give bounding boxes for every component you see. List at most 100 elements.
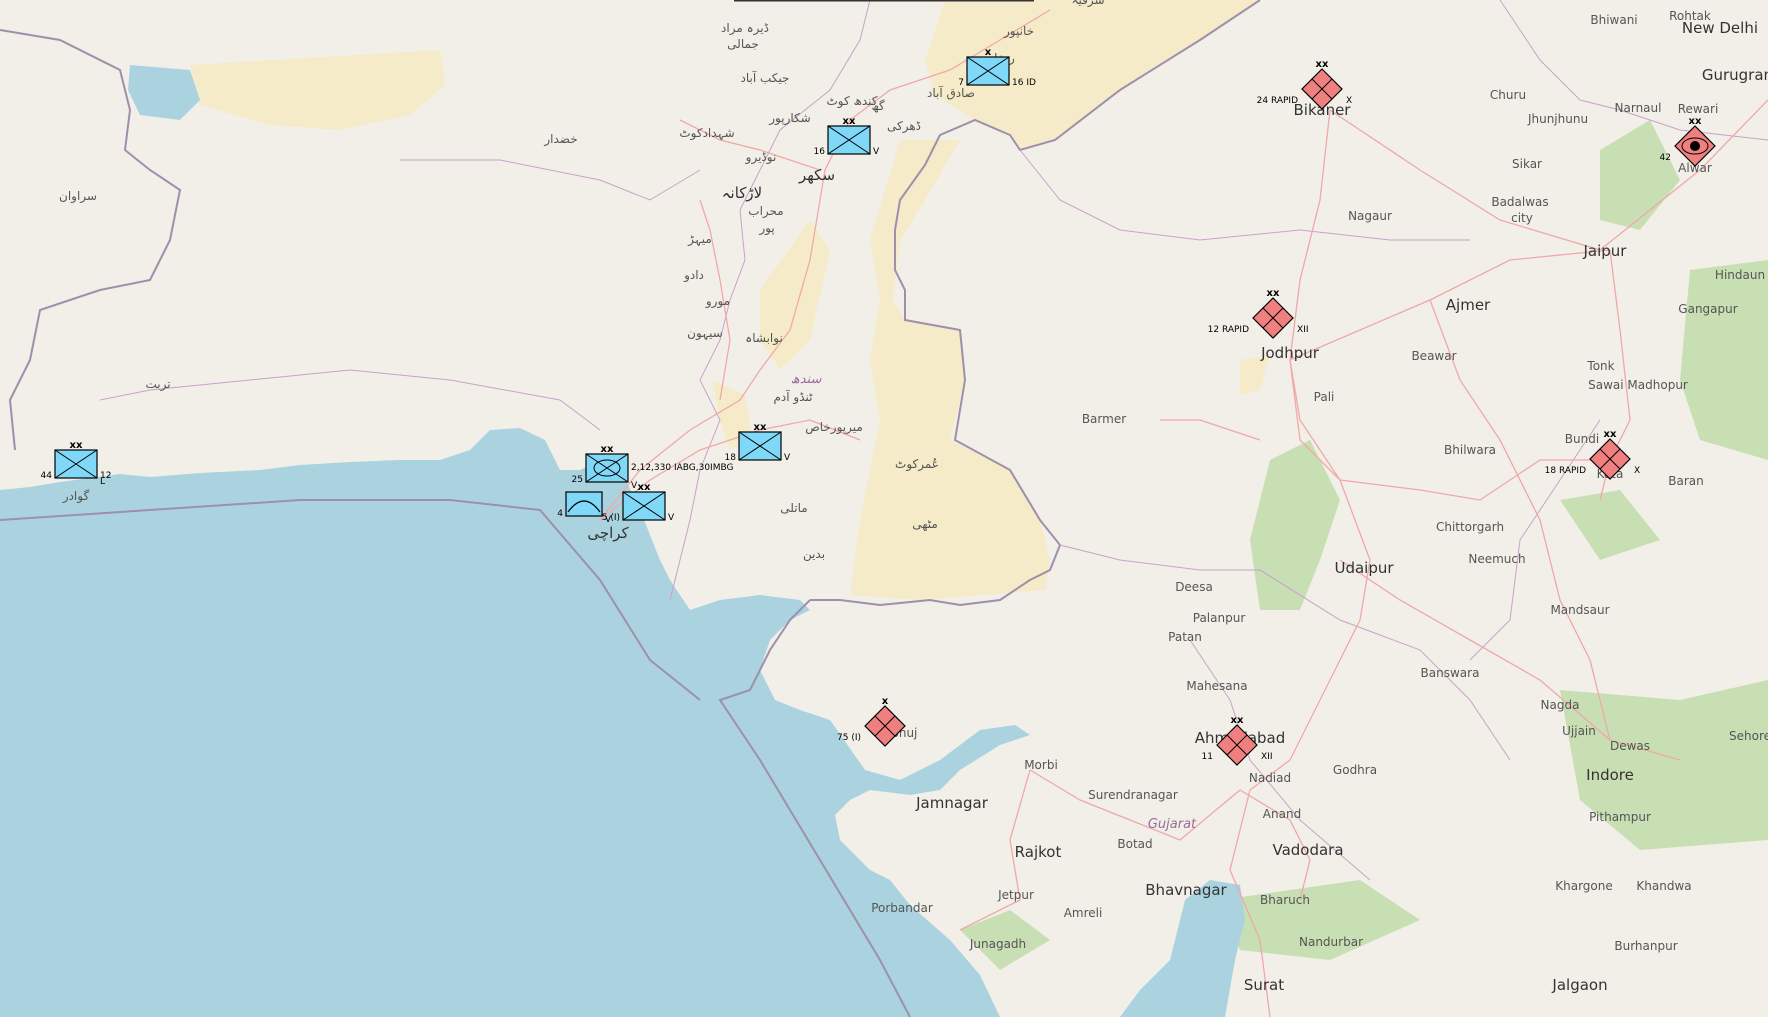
place-label-naudero: نوڈیرو <box>745 150 777 165</box>
unit-designation: 16 <box>814 147 826 157</box>
unit-echelon: xx <box>1231 715 1244 726</box>
place-label-sharqia: شرقیہ <box>1071 0 1104 8</box>
place-label-jamnagar: Jamnagar <box>915 794 989 812</box>
unit-echelon: xx <box>843 116 856 127</box>
place-label-dadu: دادو <box>683 268 704 283</box>
place-label-jacobabad: جیکب آباد <box>741 70 790 85</box>
unit-designation: 18 <box>725 453 737 463</box>
place-label-tonk: Tonk <box>1586 359 1614 373</box>
place-label-gurugram: Gurugram <box>1702 66 1768 84</box>
place-label-shahdadkot: شہدادکوٹ <box>679 126 734 141</box>
place-label-neemuch: Neemuch <box>1468 552 1525 566</box>
place-label-kandhkot: کندھ کوٹ <box>826 94 877 109</box>
place-label-matli: ماتلی <box>780 501 807 515</box>
unit-designation: 44 <box>41 471 53 481</box>
place-label-mithi: مٹھی <box>912 517 938 531</box>
place-label-dewas: Dewas <box>1610 739 1650 753</box>
place-label-vadodara: Vadodara <box>1272 841 1343 859</box>
place-label-botad: Botad <box>1117 837 1152 851</box>
unit-designation: 12 RAPID <box>1208 325 1249 335</box>
unit-higher-hq: V <box>784 453 791 463</box>
place-label-deesa: Deesa <box>1175 580 1213 594</box>
place-label-anand: Anand <box>1263 807 1301 821</box>
place-label-khuzdar: خضدار <box>543 132 577 147</box>
unit-status: L <box>100 477 105 487</box>
place-label-sehwan: سیہون <box>687 326 723 341</box>
unit-higher-hq: XII <box>1297 325 1308 335</box>
place-label-rewari: Rewari <box>1678 102 1719 116</box>
place-label-bhavnagar: Bhavnagar <box>1145 881 1227 899</box>
place-label-mirpur-khas: میرپورخاص <box>805 420 863 435</box>
place-label-jamali: جمالی <box>727 37 759 51</box>
place-label-pali: Pali <box>1314 390 1335 404</box>
unit-higher-hq: XII <box>1261 752 1272 762</box>
place-label-palanpur: Palanpur <box>1193 611 1246 625</box>
unit-higher-hq: X <box>1346 96 1352 106</box>
place-label-ujjain: Ujjain <box>1562 724 1596 738</box>
place-label-jaipur: Jaipur <box>1583 242 1628 260</box>
place-label-morbi: Morbi <box>1024 758 1058 772</box>
place-label-rohtak: Rohtak <box>1669 9 1711 23</box>
place-label-bundi: Bundi <box>1565 432 1599 446</box>
unit-echelon: xx <box>1689 116 1702 127</box>
place-label-karachi: کراچی <box>587 524 629 542</box>
place-label-sikar: Sikar <box>1512 157 1542 171</box>
unit-echelon: xx <box>1316 59 1329 70</box>
place-label-moro: مورو <box>705 294 730 309</box>
place-label-jetpur: Jetpur <box>997 888 1034 902</box>
unit-designation: 11 <box>1202 752 1213 762</box>
unit-echelon: xx <box>70 440 83 451</box>
place-label-sadiqabad: صادق آباد <box>927 85 975 100</box>
place-label-city: city <box>1511 211 1533 225</box>
unit-designation: 75 (I) <box>837 733 861 743</box>
unit-designation: 24 RAPID <box>1257 96 1298 106</box>
unit-echelon: xx <box>1604 429 1617 440</box>
place-label-nagaur: Nagaur <box>1348 209 1392 223</box>
unit-designation: 7 <box>958 78 964 88</box>
place-label-bhiwani: Bhiwani <box>1590 13 1637 27</box>
place-label-udaipur: Udaipur <box>1334 559 1394 577</box>
place-label-nagda: Nagda <box>1541 698 1580 712</box>
unit-higher-hq: 2,12,330 IABG,30IMBG <box>631 463 733 473</box>
place-label-chittorgarh: Chittorgarh <box>1436 520 1504 534</box>
unit-echelon: xx <box>601 444 614 455</box>
unit-echelon: x <box>882 696 889 707</box>
place-label-turbat: تربت <box>145 377 170 392</box>
place-label-larkana: لاڑکانہ <box>722 184 762 202</box>
unit-frame <box>565 491 603 517</box>
place-label-shikarpur: شکارپور <box>768 111 810 126</box>
place-label-khargone: Khargone <box>1555 879 1613 893</box>
place-label-gujarat: Gujarat <box>1148 817 1197 832</box>
place-label-saravan: سراوان <box>59 189 97 204</box>
unit-designation: 5 (I) <box>602 513 620 523</box>
place-label-surendranagar: Surendranagar <box>1088 788 1178 802</box>
top-edge-bar <box>734 0 1034 2</box>
unit-designation: 4 <box>557 509 563 519</box>
place-label-bhilwara: Bhilwara <box>1444 443 1496 457</box>
map-canvas[interactable]: New DelhiBhiwaniRohtakGurugramRewariNarn… <box>0 0 1768 1017</box>
place-label-pur: پور <box>758 221 774 236</box>
place-label-mehrabpur: محراب <box>748 204 783 219</box>
unit-designation: 25 <box>572 475 583 485</box>
place-label-mehar: میہڑ <box>687 232 712 247</box>
place-label-pithampur: Pithampur <box>1589 810 1651 824</box>
place-label-patan: Patan <box>1168 630 1202 644</box>
place-label-umerkot: عُمرکوٹ <box>895 457 939 472</box>
artillery-dot <box>1690 141 1700 151</box>
unit-higher-hq: X <box>1634 466 1640 476</box>
place-label-khandwa: Khandwa <box>1636 879 1691 893</box>
unit-echelon: xx <box>754 422 767 433</box>
place-label-badin: بدین <box>803 547 825 562</box>
place-label-mandsaur: Mandsaur <box>1550 603 1609 617</box>
place-label-barmer: Barmer <box>1082 412 1126 426</box>
unit-echelon: xx <box>638 482 651 493</box>
place-label-amreli: Amreli <box>1064 906 1103 920</box>
place-label-baran: Baran <box>1668 474 1703 488</box>
place-label-sukkur: سکھر <box>798 166 835 184</box>
place-label-tando-adam: ٹنڈو آدم <box>774 389 814 405</box>
place-label-narnaul: Narnaul <box>1615 101 1662 115</box>
place-label-hindaun: Hindaun <box>1715 268 1765 282</box>
place-label-rajkot: Rajkot <box>1015 843 1062 861</box>
place-label-nadiad: Nadiad <box>1249 771 1291 785</box>
place-label-jodhpur: Jodhpur <box>1260 344 1320 362</box>
